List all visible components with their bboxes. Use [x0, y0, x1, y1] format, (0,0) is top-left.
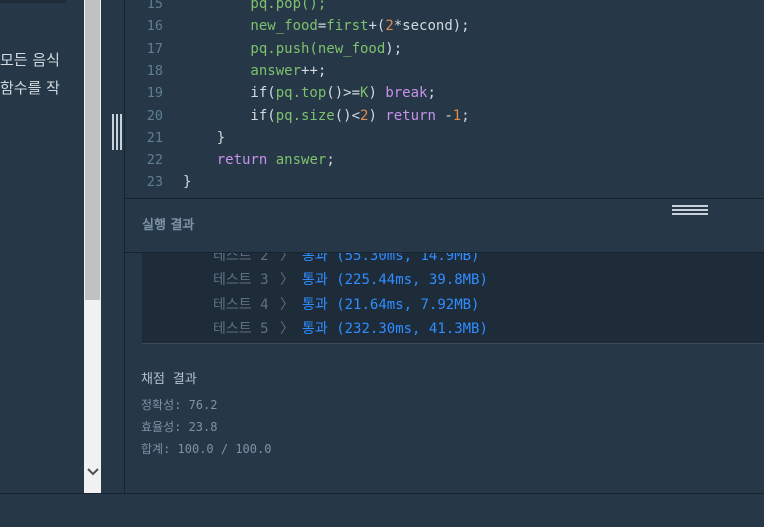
- code-editor[interactable]: 15 pq.pop(); 16 new_food=first+(2*second)…: [125, 0, 764, 198]
- code-token: ;: [427, 85, 436, 102]
- output-title: 실행 결과: [142, 218, 195, 233]
- code-text[interactable]: answer++;: [183, 60, 326, 82]
- code-token: 1: [452, 107, 462, 124]
- code-token: return: [183, 152, 268, 169]
- description-top-box: [0, 0, 66, 3]
- code-token: ): [368, 107, 386, 124]
- code-text[interactable]: pq.push(new_food);: [183, 38, 402, 60]
- code-token: first: [326, 18, 369, 35]
- code-token: answer: [183, 62, 302, 79]
- code-token: answer: [267, 152, 327, 169]
- code-line[interactable]: 18 answer++;: [125, 60, 764, 82]
- code-token: +(: [368, 18, 386, 35]
- code-token: if(: [183, 85, 276, 102]
- code-line[interactable]: 23}: [125, 171, 764, 193]
- chevron-right-icon: 〉: [280, 272, 294, 288]
- code-token: if(: [183, 107, 276, 124]
- vertical-grip-icon[interactable]: [111, 114, 123, 150]
- code-token: return: [385, 107, 436, 124]
- line-number: 15: [146, 0, 163, 12]
- code-line[interactable]: 16 new_food=first+(2*second);: [125, 15, 764, 37]
- line-number: 20: [146, 107, 163, 124]
- code-line[interactable]: 17 pq.push(new_food);: [125, 38, 764, 60]
- code-token: ;: [461, 107, 470, 124]
- code-token: pq.pop();: [183, 0, 327, 12]
- test-result: 통과 (225.44ms, 39.8MB): [302, 272, 488, 288]
- code-text[interactable]: new_food=first+(2*second);: [183, 15, 470, 37]
- test-label: 테스트 3: [213, 272, 269, 288]
- code-token: new_food: [183, 18, 318, 35]
- code-token: new_food: [317, 40, 386, 57]
- line-number: 17: [146, 40, 163, 57]
- grading-efficiency: 효율성: 23.8: [141, 420, 218, 434]
- chevron-right-icon: 〉: [280, 297, 294, 313]
- horizontal-grip-icon[interactable]: [672, 201, 708, 215]
- code-token: 2: [385, 18, 394, 35]
- code-token: }: [183, 174, 192, 191]
- test-label: 테스트 5: [213, 321, 269, 337]
- test-result: 통과 (232.30ms, 41.3MB): [302, 321, 488, 337]
- code-token: pq.push(: [183, 40, 318, 57]
- code-token: ()<: [334, 107, 361, 124]
- line-number: 18: [146, 62, 163, 79]
- code-text[interactable]: }: [183, 171, 191, 193]
- code-text[interactable]: }: [183, 127, 225, 149]
- description-line-1: 모든 음식: [0, 51, 60, 69]
- code-token: break: [385, 85, 428, 102]
- code-line[interactable]: 20 if(pq.size()<2) return -1;: [125, 105, 764, 127]
- bottom-bar: [0, 494, 764, 527]
- chevron-right-icon: 〉: [280, 321, 294, 337]
- code-token: *second);: [393, 18, 470, 35]
- code-token: }: [183, 129, 226, 146]
- grading-total: 합계: 100.0 / 100.0: [141, 442, 272, 456]
- line-number: 22: [146, 152, 163, 169]
- code-text[interactable]: if(pq.top()>=K) break;: [183, 82, 436, 104]
- output-header: [125, 199, 764, 253]
- line-number: 19: [146, 85, 163, 102]
- code-line[interactable]: 21 }: [125, 127, 764, 149]
- code-line[interactable]: 22 return answer;: [125, 149, 764, 171]
- code-token: );: [385, 40, 403, 57]
- code-line[interactable]: 19 if(pq.top()>=K) break;: [125, 82, 764, 104]
- line-number: 21: [146, 129, 163, 146]
- test-results-box: 테스트 2 〉 통과 (55.30ms, 14.9MB) 테스트 3 〉 통과 …: [142, 253, 764, 344]
- code-token: ()>=: [326, 85, 361, 102]
- code-token: pq.size: [275, 107, 335, 124]
- code-token: -: [435, 107, 453, 124]
- grading-title: 채점 결과: [141, 372, 197, 387]
- description-scroll-thumb[interactable]: [85, 0, 100, 300]
- chevron-down-icon[interactable]: [84, 460, 101, 484]
- code-token: pq.top: [275, 85, 327, 102]
- code-text[interactable]: if(pq.size()<2) return -1;: [183, 105, 470, 127]
- code-token: ): [368, 85, 386, 102]
- test-label: 테스트 2: [213, 253, 269, 264]
- chevron-right-icon: 〉: [280, 253, 294, 264]
- grading-accuracy: 정확성: 76.2: [141, 398, 218, 412]
- line-number: 23: [146, 174, 163, 191]
- code-text[interactable]: return answer;: [183, 149, 335, 171]
- description-line-2: 함수를 작: [0, 79, 60, 97]
- code-line[interactable]: 15 pq.pop();: [125, 0, 764, 15]
- test-result: 통과 (21.64ms, 7.92MB): [302, 297, 480, 313]
- code-text[interactable]: pq.pop();: [183, 0, 326, 15]
- code-token: ++;: [301, 62, 327, 79]
- test-result: 통과 (55.30ms, 14.9MB): [302, 253, 480, 264]
- line-number: 16: [146, 18, 163, 35]
- test-label: 테스트 4: [213, 297, 269, 313]
- code-token: ;: [326, 152, 335, 169]
- vertical-splitter[interactable]: [101, 0, 125, 493]
